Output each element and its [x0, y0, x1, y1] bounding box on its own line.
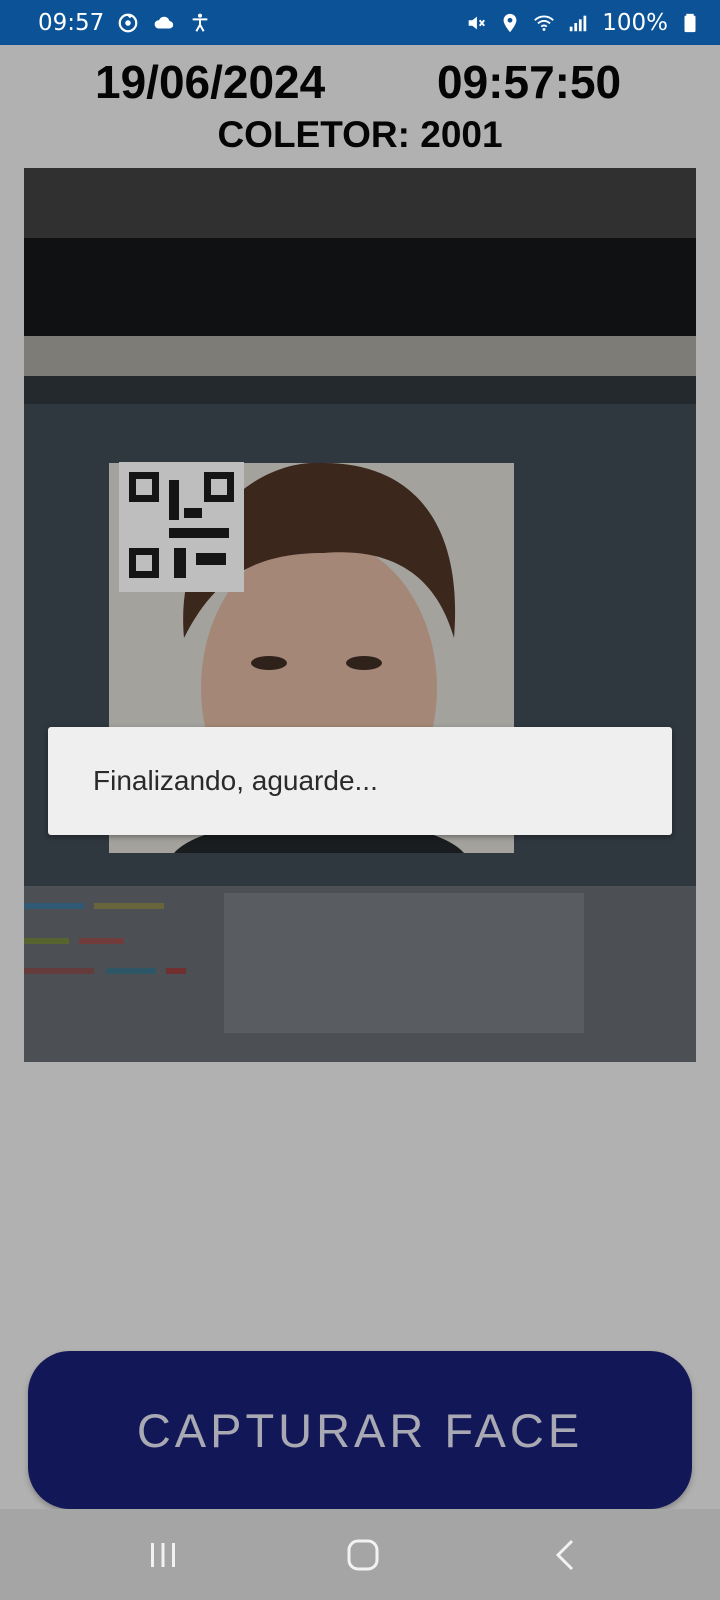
capture-face-button[interactable]: CAPTURAR FACE: [28, 1351, 692, 1509]
home-button[interactable]: [303, 1509, 423, 1600]
back-button[interactable]: [506, 1509, 626, 1600]
battery-icon: [678, 11, 702, 35]
mute-icon: [464, 11, 488, 35]
capture-face-label: CAPTURAR FACE: [136, 1403, 584, 1457]
recent-apps-icon: [151, 1542, 175, 1567]
signal-icon: [566, 11, 590, 35]
battery-percentage: 100%: [602, 9, 668, 36]
navigation-bar: [0, 1509, 720, 1600]
home-icon: [347, 1539, 379, 1570]
cloud-icon: [152, 11, 176, 35]
sync-icon: [116, 11, 140, 35]
back-icon: [555, 1539, 574, 1570]
wifi-icon: [532, 11, 556, 35]
progress-dialog: Finalizando, aguarde...: [48, 727, 672, 835]
location-icon: [498, 11, 522, 35]
recent-apps-button[interactable]: [103, 1509, 223, 1600]
collector-row: COLETOR: 2001: [0, 112, 720, 158]
collector-label: COLETOR: 2001: [217, 114, 503, 155]
accessibility-icon: [188, 11, 212, 35]
current-date: 19/06/2024: [95, 56, 326, 108]
date-time-row: 19/06/2024 09:57:50: [0, 52, 720, 112]
current-time: 09:57:50: [437, 56, 622, 108]
status-time: 09:57: [38, 9, 105, 36]
progress-message: Finalizando, aguarde...: [93, 765, 378, 796]
status-bar: 09:57 100%: [0, 0, 720, 45]
status-right: 100%: [464, 10, 702, 36]
dim-overlay: [24, 168, 696, 1062]
status-left: 09:57: [38, 10, 212, 36]
